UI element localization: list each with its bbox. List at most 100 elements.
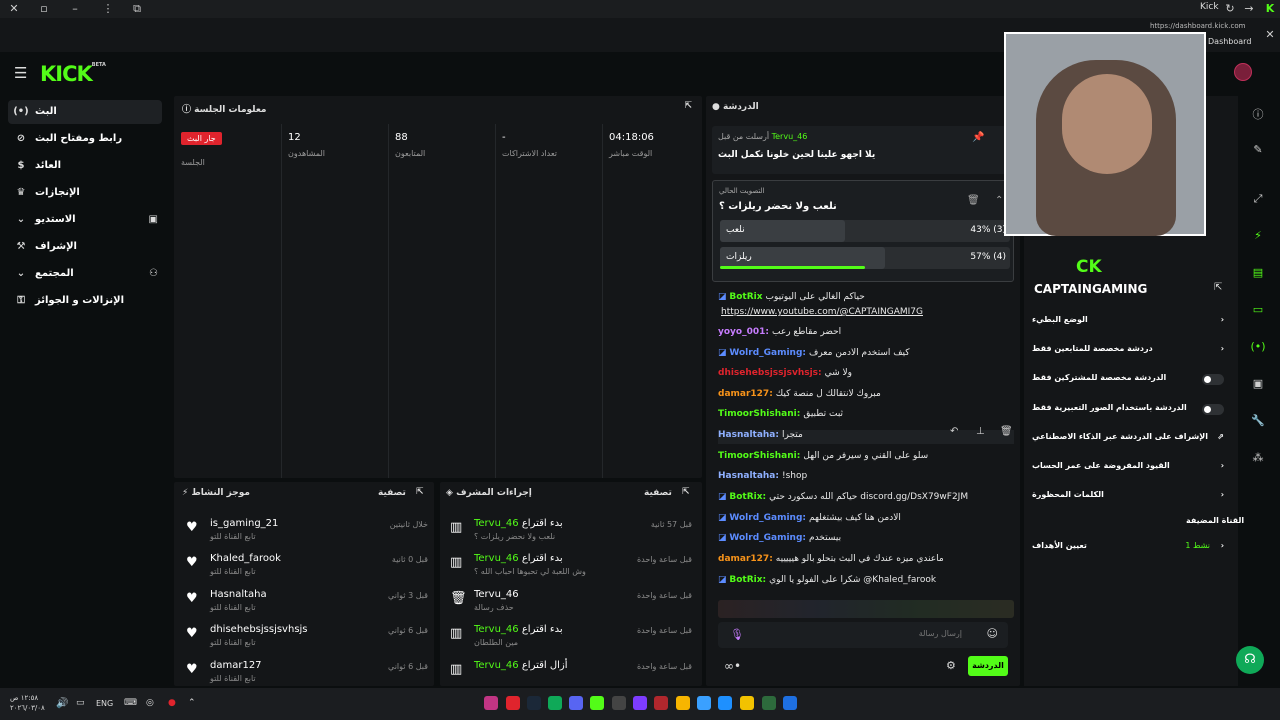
hamburger-menu-icon[interactable]: ☰ — [14, 64, 27, 82]
delete-message-icon[interactable]: 🗑 — [1000, 426, 1013, 437]
record-app-icon[interactable] — [654, 696, 668, 710]
browser-app-icon[interactable] — [676, 696, 690, 710]
subscribers-only-toggle[interactable] — [1202, 374, 1224, 385]
kick-logo[interactable]: KICKBETA — [40, 62, 106, 86]
settings-app-icon[interactable] — [612, 696, 626, 710]
sidebar-item-studio[interactable]: ⌄ الاستديو ▣ — [8, 208, 162, 232]
apps-icon[interactable]: ⁂ — [1247, 451, 1269, 464]
minimize-icon[interactable]: – — [67, 0, 83, 18]
wrench-icon[interactable]: 🔧 — [1247, 414, 1269, 427]
setting-account-age[interactable]: القيود المفروضة على عمر الحساب › — [1032, 456, 1232, 476]
chat-input[interactable]: 🎙 إرسال رسالة ☺ — [718, 622, 1008, 648]
setting-followers-only[interactable]: دردشة مخصصة للمتابعين فقط › — [1032, 339, 1232, 359]
mic-icon[interactable]: 🎙 — [730, 628, 744, 641]
username[interactable]: damar127 — [210, 660, 262, 671]
poll-option[interactable]: ريلزات 57% (4) — [720, 247, 1010, 269]
username[interactable]: Khaled_farook — [210, 553, 281, 564]
expand-icon[interactable]: ⤢ — [1247, 192, 1269, 206]
sidebar-item-achievements[interactable]: ♛ الإنجازات — [8, 181, 162, 205]
tv-icon[interactable]: ▣ — [1247, 377, 1269, 390]
microphone-icon[interactable]: ● — [168, 698, 176, 708]
setting-banned-words[interactable]: الكلمات المحظورة › — [1032, 485, 1232, 505]
document-icon[interactable]: ▤ — [1247, 266, 1269, 279]
setting-ai-moderation[interactable]: الإشراف على الدردشة عبر الذكاء الاصطناعي… — [1032, 427, 1232, 447]
pin-message-icon[interactable]: ⊥ — [976, 426, 985, 437]
keyboard-icon[interactable]: ⌨ — [124, 698, 137, 708]
emote-bar[interactable] — [718, 600, 1014, 618]
chat-username[interactable]: TimoorShishani: — [718, 409, 800, 419]
pin-icon[interactable]: 📌 — [972, 132, 984, 143]
username[interactable]: is_gaming_21 — [210, 518, 278, 529]
username[interactable]: Tervu_46 — [474, 589, 519, 600]
username[interactable]: Tervu_46 — [474, 660, 519, 671]
poll-option[interactable]: نلعب 43% (3) — [720, 220, 1010, 242]
username[interactable]: Hasnaltaha — [210, 589, 267, 600]
instagram-icon[interactable] — [484, 696, 498, 710]
edge-icon[interactable] — [718, 696, 732, 710]
volume-icon[interactable]: 🔊 — [56, 698, 68, 709]
chat-username[interactable]: damar127: — [718, 554, 773, 564]
chat-username[interactable]: dhisehebsjssjsvhsjs: — [718, 368, 822, 378]
avatar[interactable] — [1234, 63, 1252, 81]
sidebar-item-stream[interactable]: (•) البث — [8, 100, 162, 124]
popout-icon[interactable]: ⇱ — [682, 487, 690, 497]
start-icon[interactable] — [783, 696, 797, 710]
reply-icon[interactable]: ↶ — [950, 426, 958, 437]
chat-username[interactable]: Wolrd_Gaming: — [729, 513, 806, 523]
username[interactable]: Tervu_46 — [474, 624, 519, 635]
chat-username[interactable]: Hasnaltaha: — [718, 471, 779, 481]
chat-username[interactable]: yoyo_001: — [718, 327, 769, 337]
chat-text[interactable]: https://www.youtube.com/@CAPTAINGAMI7G — [721, 307, 923, 317]
info-icon[interactable]: ⓘ — [1247, 106, 1269, 122]
telegram-icon[interactable] — [697, 696, 711, 710]
chat-username[interactable]: damar127: — [718, 389, 773, 399]
chat-username[interactable]: Wolrd_Gaming: — [729, 348, 806, 358]
sidebar-item-community[interactable]: ⌄ المجتمع ⚇ — [8, 262, 162, 286]
more-actions-icon[interactable]: ∞• — [724, 659, 741, 673]
gear-icon[interactable]: ⚙ — [946, 659, 956, 672]
filter-button[interactable]: تصفية — [378, 488, 406, 498]
folder-icon[interactable] — [740, 696, 754, 710]
discord-icon[interactable] — [569, 696, 583, 710]
broadcast-icon[interactable]: (•) — [1247, 340, 1269, 353]
forward-icon[interactable]: → — [1241, 0, 1257, 18]
username[interactable]: dhisehebsjssjsvhsjs — [210, 624, 308, 635]
popout-icon[interactable]: ⇱ — [1214, 282, 1222, 293]
restore-icon[interactable]: ▫ — [36, 0, 52, 18]
setting-slow-mode[interactable]: الوضع البطيء › — [1032, 310, 1232, 330]
chat-username[interactable]: BotRix: — [729, 492, 766, 502]
network-icon[interactable]: ◎ — [146, 698, 154, 708]
chat-username[interactable]: BotRix: — [729, 575, 766, 585]
youtube-icon[interactable] — [506, 696, 520, 710]
username[interactable]: Tervu_46 — [474, 518, 519, 529]
bolt-icon[interactable]: ⚡ — [1247, 229, 1269, 242]
emotes-only-toggle[interactable] — [1202, 404, 1224, 415]
kick-app-icon[interactable] — [590, 696, 604, 710]
send-chat-button[interactable]: الدردشة — [968, 656, 1008, 676]
more-icon[interactable]: ⋮ — [100, 0, 116, 18]
username[interactable]: Tervu_46 — [474, 553, 519, 564]
display-icon[interactable]: ▭ — [76, 698, 85, 708]
chat-username[interactable]: BotRix — [729, 292, 762, 302]
setting-set-goals[interactable]: تعيين الأهداف 1 نشط › — [1032, 536, 1232, 556]
popout-icon[interactable]: ⇱ — [416, 487, 424, 497]
sidebar-item-revenue[interactable]: $ العائد — [8, 154, 162, 178]
steam-icon[interactable] — [527, 696, 541, 710]
chat-icon[interactable]: ▭ — [1247, 303, 1269, 316]
sidebar-item-moderation[interactable]: ⚒ الإشراف — [8, 235, 162, 259]
chevron-up-icon[interactable]: ⌃ — [995, 195, 1003, 206]
chrome-icon[interactable] — [548, 696, 562, 710]
pinned-author[interactable]: Tervu_46 — [772, 132, 808, 141]
close-icon[interactable]: ✕ — [6, 0, 22, 18]
chevron-up-icon[interactable]: ⌃ — [188, 698, 196, 708]
filter-button[interactable]: تصفية — [644, 488, 672, 498]
language-indicator[interactable]: ENG — [96, 699, 113, 708]
sidebar-item-stream-key[interactable]: ⊘ رابط ومفتاح البث — [8, 127, 162, 151]
support-chat-icon[interactable]: ☊ — [1236, 646, 1264, 674]
chat-username[interactable]: Wolrd_Gaming: — [729, 533, 806, 543]
obs-icon[interactable] — [633, 696, 647, 710]
popout-icon[interactable]: ⇱ — [684, 101, 692, 111]
url-text[interactable]: https://dashboard.kick.com — [1150, 22, 1245, 30]
sidebar-item-drops[interactable]: ⚿ الإنزالات و الجوائز — [8, 289, 162, 313]
reload-icon[interactable]: ↻ — [1222, 0, 1238, 18]
